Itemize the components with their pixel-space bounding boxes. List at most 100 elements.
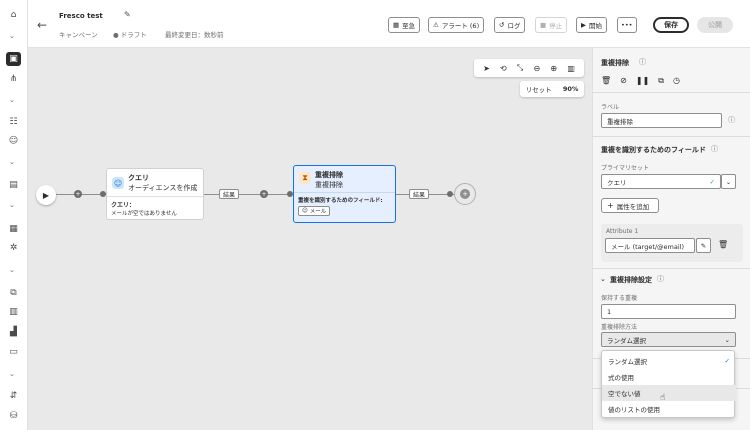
option-label: ランダム選択 [608, 358, 647, 366]
database-icon[interactable]: ⛁ [7, 409, 20, 422]
dedup-node-body-label: 重複を識別するためのフィールド: [298, 198, 383, 204]
table-icon[interactable]: ▥ [7, 305, 20, 318]
left-navigation: ⌂ ⌄ ▣ ⋔ ⌄ ☷ ☺ ⌄ ▤ ⌄ ▦ ✲ ⌄ ⧉ ▥ ▟ ▭ ⌄ ⇵ ⛁ [0, 0, 28, 430]
settings-section-title[interactable]: 重複排除設定 [610, 275, 652, 285]
more-button[interactable]: ••• [617, 17, 637, 33]
log-button[interactable]: ↺ ログ [494, 17, 526, 33]
edit-attribute-button[interactable]: ✎ [696, 238, 711, 253]
option-label: 空でない値 [608, 390, 641, 398]
audience-icon: ☺ [112, 177, 124, 189]
copy-icon[interactable]: ⧉ [658, 76, 664, 86]
pause-icon[interactable]: ❚❚ [636, 76, 649, 86]
edit-icon: ✎ [700, 241, 707, 250]
preset-select[interactable]: クエリ ✓ [601, 174, 721, 189]
deduplication-node[interactable]: ⧗ 重複排除 重複排除 重複を識別するためのフィールド: ☺ メール [293, 165, 396, 223]
settings-icon[interactable]: ✲ [7, 241, 20, 254]
alerts-button[interactable]: ⚠ アラート (6) [428, 17, 485, 33]
plus-icon: + [607, 201, 614, 210]
history-icon[interactable]: ◷ [673, 76, 680, 86]
chevron-down-icon[interactable]: ⌄ [9, 32, 15, 40]
assets-icon[interactable]: ⧉ [7, 286, 20, 299]
option-random[interactable]: ランダム選択 ✓ [602, 353, 736, 369]
stop-icon: ■ [540, 21, 547, 29]
preset-dropdown-button[interactable]: ⌄ [721, 174, 736, 189]
chevron-down-icon[interactable]: ⌄ [9, 201, 15, 209]
publish-button[interactable]: 公開 [697, 17, 733, 33]
dedup-node-title: 重複排除 [315, 171, 343, 179]
transition-tag[interactable]: 結果 [409, 189, 430, 199]
panel-toggle-icon[interactable]: ▥ [567, 64, 575, 73]
attribute-input[interactable]: メール (target/@email) [605, 238, 695, 253]
breadcrumb[interactable]: キャンペーン [59, 29, 98, 39]
chevron-down-icon[interactable]: ⌄ [9, 158, 15, 166]
divider [593, 136, 750, 137]
chevron-down-icon[interactable]: ⌄ [600, 275, 606, 283]
method-select[interactable]: ランダム選択 ⌄ [601, 332, 736, 347]
label-caption: ラベル [601, 104, 620, 111]
back-arrow-icon[interactable]: ← [37, 18, 47, 32]
divider [593, 92, 750, 93]
keep-input[interactable]: 1 [601, 304, 736, 319]
campaigns-icon[interactable]: ▣ [6, 52, 21, 66]
zoom-reset-button[interactable]: リセット [526, 84, 552, 94]
fields-section-title: 重複を識別するためのフィールド [601, 146, 706, 154]
audiences-icon[interactable]: ☷ [7, 115, 20, 128]
query-node[interactable]: ☺ クエリ オーディエンスを作成 クエリ： メールが空ではありません [106, 168, 204, 220]
node-divider [294, 192, 395, 193]
add-attribute-button[interactable]: + 属性を追加 [601, 198, 659, 213]
folder-icon[interactable]: ▭ [7, 345, 20, 358]
chevron-down-icon[interactable]: ⌄ [9, 266, 15, 274]
status-text: ドラフト [120, 31, 147, 39]
workflow-canvas[interactable]: ➤ ⟲ ⤡ ⊖ ⊕ ▥ リセット 90% ▶ + ☺ クエリ オーディエンスを作… [28, 48, 592, 430]
reports-icon[interactable]: ▦ [7, 222, 20, 235]
keep-caption: 保持する重複 [601, 295, 638, 302]
last-modified: 最終変更日：数秒前 [165, 31, 224, 39]
profiles-icon[interactable]: ☺ [7, 134, 20, 147]
content-icon[interactable]: ▤ [7, 178, 20, 191]
option-value-list[interactable]: 値のリストの使用 [602, 401, 736, 417]
checkmark-icon: ✓ [724, 357, 730, 365]
schedule-button[interactable]: ▦ 至急 [388, 17, 421, 33]
preset-value: クエリ [607, 178, 627, 187]
collapse-icon[interactable]: ⤡ [517, 63, 523, 73]
add-activity-icon[interactable]: + [260, 190, 268, 198]
label-input[interactable]: 重複排除 [601, 113, 722, 128]
workflow-icon[interactable]: ⇵ [7, 389, 20, 402]
chevron-down-icon[interactable]: ⌄ [9, 96, 15, 104]
zoom-out-icon[interactable]: ⊖ [534, 64, 541, 73]
field-tag: ☺ メール [298, 206, 331, 216]
help-icon[interactable]: ⓘ [639, 57, 646, 67]
add-activity-icon[interactable]: + [74, 190, 82, 198]
option-non-empty[interactable]: 空でない値 [602, 385, 736, 401]
rotate-icon[interactable]: ⟲ [500, 64, 507, 73]
start-button[interactable]: ▶ 開始 [576, 17, 607, 33]
schedule-label: 至急 [402, 22, 416, 30]
info-icon[interactable]: ⓘ [728, 115, 735, 125]
dedup-node-subtitle: 重複排除 [315, 181, 343, 189]
edit-pencil-icon[interactable]: ✎ [124, 10, 131, 19]
home-icon[interactable]: ⌂ [7, 8, 20, 21]
save-button[interactable]: 保存 [653, 17, 689, 33]
start-node[interactable]: ▶ [36, 185, 56, 205]
zoom-box: リセット 90% [520, 81, 584, 97]
chevron-down-icon[interactable]: ⌄ [9, 370, 15, 378]
help-icon[interactable]: ⓘ [711, 144, 718, 154]
zoom-in-icon[interactable]: ⊕ [550, 64, 557, 73]
delete-attribute-icon[interactable]: 🗑 [718, 240, 728, 249]
transition-tag[interactable]: 結果 [219, 189, 240, 199]
option-expression[interactable]: 式の使用 [602, 369, 736, 385]
select-icon[interactable]: ➤ [483, 64, 490, 73]
disable-icon[interactable]: ⊘ [620, 76, 627, 86]
stop-button[interactable]: ■ 停止 [535, 17, 568, 33]
calendar-icon: ▦ [393, 21, 400, 29]
history-icon: ↺ [499, 21, 505, 29]
help-icon[interactable]: ⓘ [657, 274, 664, 284]
delete-icon[interactable]: 🗑 [601, 76, 611, 86]
journeys-icon[interactable]: ⋔ [7, 72, 20, 85]
add-end-node[interactable]: + [454, 183, 476, 205]
chart-icon[interactable]: ▟ [7, 325, 20, 338]
field-tag-label: メール [309, 209, 327, 215]
panel-actions: 🗑 ⊘ ❚❚ ⧉ ◷ [601, 76, 680, 86]
connector [204, 194, 294, 195]
attribute-card: Attribute 1 メール (target/@email) ✎ 🗑 [601, 224, 743, 262]
